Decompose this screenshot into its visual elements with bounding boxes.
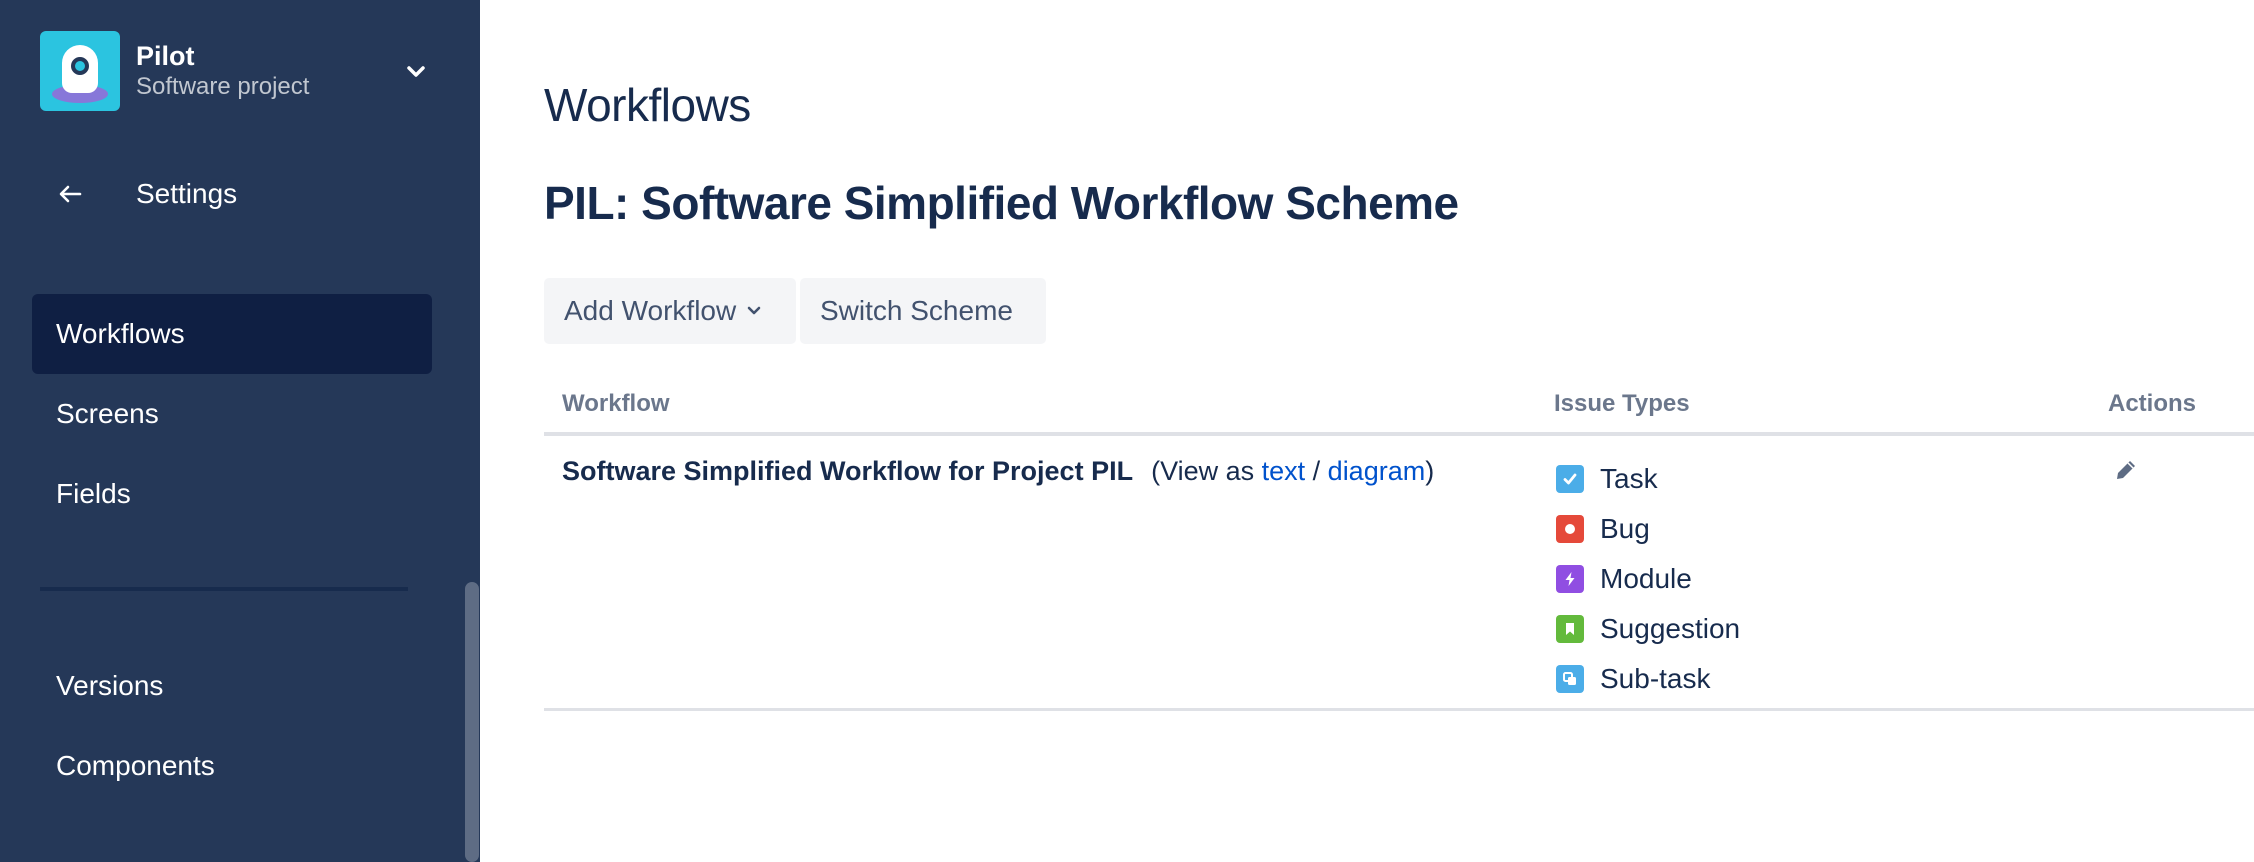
task-icon bbox=[1556, 465, 1584, 493]
view-as-separator: / bbox=[1305, 456, 1328, 486]
column-header-workflow: Workflow bbox=[562, 390, 670, 417]
page-title: Workflows bbox=[544, 79, 751, 131]
pencil-icon[interactable] bbox=[2112, 456, 2140, 484]
issue-type-module: Module bbox=[1556, 554, 1740, 604]
view-as-suffix: ) bbox=[1425, 456, 1435, 486]
sidebar-item-fields[interactable]: Fields bbox=[32, 454, 432, 534]
view-as-text: (View as text / diagram) bbox=[1151, 456, 1434, 486]
project-name: Pilot bbox=[136, 41, 195, 71]
chevron-down-icon bbox=[746, 306, 762, 316]
issue-type-subtask: Sub-task bbox=[1556, 654, 1740, 704]
issue-type-list: Task Bug Module Suggestion Sub-task bbox=[1556, 454, 1740, 704]
arrow-left-icon[interactable] bbox=[40, 170, 100, 218]
issue-type-label: Sub-task bbox=[1600, 663, 1711, 694]
issue-type-label: Module bbox=[1600, 563, 1692, 594]
back-to-settings[interactable]: Settings bbox=[40, 170, 440, 218]
add-workflow-label: Add Workflow bbox=[564, 295, 737, 326]
view-as-prefix: (View as bbox=[1151, 456, 1262, 486]
project-avatar bbox=[40, 31, 120, 111]
sidebar-item-label: Versions bbox=[56, 670, 164, 701]
sidebar: Pilot Software project Settings Workflow… bbox=[0, 0, 480, 862]
column-header-actions: Actions bbox=[2108, 390, 2197, 417]
switch-scheme-label: Switch Scheme bbox=[820, 295, 1013, 326]
module-icon bbox=[1556, 565, 1584, 593]
sidebar-item-label: Components bbox=[56, 750, 215, 781]
sidebar-item-screens[interactable]: Screens bbox=[32, 374, 432, 454]
sidebar-scrollbar[interactable] bbox=[465, 582, 479, 862]
sidebar-item-label: Screens bbox=[56, 398, 159, 429]
issue-type-label: Bug bbox=[1600, 513, 1650, 544]
chevron-down-icon[interactable] bbox=[400, 56, 432, 88]
issue-type-suggestion: Suggestion bbox=[1556, 604, 1740, 654]
issue-type-task: Task bbox=[1556, 454, 1740, 504]
sidebar-item-versions[interactable]: Versions bbox=[32, 646, 432, 726]
view-as-diagram-link[interactable]: diagram bbox=[1328, 456, 1426, 486]
table-footer-divider bbox=[544, 708, 2254, 711]
column-header-issue-types: Issue Types bbox=[1554, 390, 1690, 417]
sidebar-item-label: Workflows bbox=[56, 318, 185, 349]
view-as-text-link[interactable]: text bbox=[1262, 456, 1306, 486]
sidebar-item-components[interactable]: Components bbox=[32, 726, 432, 806]
scheme-title: PIL: Software Simplified Workflow Scheme bbox=[544, 177, 1459, 229]
project-header[interactable]: Pilot Software project bbox=[40, 30, 440, 112]
table-row: Software Simplified Workflow for Project… bbox=[562, 456, 1434, 487]
project-type: Software project bbox=[136, 73, 310, 100]
switch-scheme-button[interactable]: Switch Scheme bbox=[800, 278, 1046, 344]
sidebar-item-label: Fields bbox=[56, 478, 131, 509]
issue-type-bug: Bug bbox=[1556, 504, 1740, 554]
workflow-name: Software Simplified Workflow for Project… bbox=[562, 456, 1134, 486]
issue-type-label: Suggestion bbox=[1600, 613, 1741, 644]
table-header-divider bbox=[544, 432, 2254, 436]
sidebar-divider bbox=[40, 587, 408, 591]
bug-icon bbox=[1556, 515, 1584, 543]
sidebar-item-workflows[interactable]: Workflows bbox=[32, 294, 432, 374]
suggestion-icon bbox=[1556, 615, 1584, 643]
issue-type-label: Task bbox=[1600, 463, 1658, 494]
add-workflow-button[interactable]: Add Workflow bbox=[544, 278, 796, 344]
settings-label: Settings bbox=[136, 178, 238, 209]
subtask-icon bbox=[1556, 665, 1584, 693]
